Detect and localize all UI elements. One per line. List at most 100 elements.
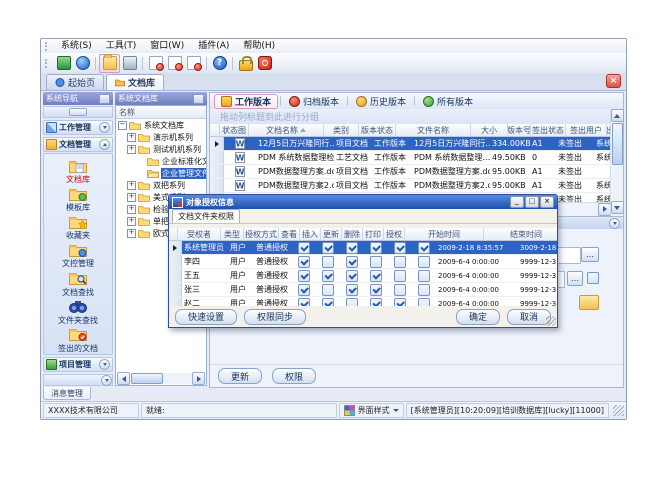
scroll-thumb[interactable] [131,373,163,384]
close-button[interactable]: × [540,196,554,208]
maximize-button[interactable]: □ [525,196,539,208]
column-header[interactable]: 版本号 [508,124,531,137]
perm-checkbox[interactable] [394,284,406,296]
column-header[interactable]: 授权 [384,228,405,241]
message-management-tab[interactable]: 消息管理 [43,387,91,400]
column-header[interactable]: 插入 [300,228,321,241]
column-header[interactable]: 开始时间 [405,228,484,241]
chevron-down-icon[interactable] [609,218,620,229]
tree-node[interactable]: +测试机机系列 [116,143,206,155]
column-header[interactable]: 类别 [324,124,359,137]
sidebar-section-doc[interactable]: 文档管理 [43,137,113,152]
permission-button[interactable]: 权限 [272,368,316,384]
perm-checkbox[interactable] [370,270,382,282]
grid-vscrollbar[interactable] [610,109,623,214]
chevron-down-icon[interactable] [101,375,112,386]
permission-row[interactable]: 王五用户普通授权2009-6-4 0:00:009999-12-31 23:59… [169,269,557,283]
perm-checkbox[interactable] [394,270,406,282]
perm-checkbox[interactable] [298,284,310,296]
chevron-down-icon[interactable] [99,122,110,133]
dialog-title-bar[interactable]: 对象授权信息 _ □ × [169,195,557,209]
column-header[interactable]: 打印 [363,228,384,241]
menu-item[interactable]: 系统(S) [54,40,99,52]
resize-grip[interactable] [613,405,624,416]
sidebar-item-文档查找[interactable]: 文档查找 [44,270,112,298]
perm-checkbox[interactable] [418,284,430,296]
sidebar-item-模板库[interactable]: 模板库 [44,185,112,213]
tab-document-library[interactable]: 文档库 [106,74,164,90]
chevron-down-icon[interactable] [99,359,110,370]
tab-start-page[interactable]: 起始页 [46,74,104,90]
tree-column-header[interactable]: 名称 [116,106,206,119]
help-button[interactable] [210,55,229,72]
table-row[interactable]: W12月5日万兴隆同行…项目文档工作版本12月5日万兴隆同行…334.00KBA… [210,137,611,151]
perm-checkbox[interactable] [418,256,430,268]
sidebar-item-文控管理[interactable]: 文控管理 [44,241,112,269]
column-header[interactable]: 文件名称 [396,124,471,137]
perm-checkbox[interactable] [322,270,334,282]
cancel-button[interactable]: 取消 [507,309,551,325]
menu-item[interactable]: 窗口(W) [143,40,191,52]
scroll-thumb[interactable] [612,123,623,165]
column-header[interactable]: 签出用户 [566,124,607,137]
computer-button[interactable] [120,55,139,72]
quick-setup-button[interactable]: 快速设置 [175,309,237,325]
ui-style-dropdown[interactable]: 界面样式 [339,403,404,418]
tab-folder-permissions[interactable]: 文档文件夹权限 [172,209,240,223]
tab-history-version[interactable]: 历史版本 [350,95,412,108]
column-header[interactable]: 查看 [279,228,300,241]
collapse-button[interactable] [69,108,87,116]
tree-node[interactable]: +双把系列 [116,179,206,191]
sidebar-item-签出的文档[interactable]: 签出的文档 [44,326,112,354]
column-header[interactable]: 文档名称 [249,124,324,137]
sidebar-section-work[interactable]: 工作管理 [43,120,113,135]
sidebar-item-文件夹查找[interactable]: 文件夹查找 [44,298,112,326]
perm-checkbox[interactable] [370,284,382,296]
column-header[interactable]: 删除 [342,228,363,241]
mail-open-button[interactable] [165,55,184,72]
perm-checkbox[interactable] [322,284,334,296]
expander-icon[interactable]: + [127,145,136,154]
column-header[interactable]: 授权方式 [244,228,279,241]
expander-icon[interactable]: + [127,193,136,202]
tree-node[interactable]: 企业标准化文件 [116,155,206,167]
mail-delete-button[interactable] [184,55,203,72]
perm-checkbox[interactable] [346,242,358,254]
column-header[interactable]: 版本状态 [359,124,396,137]
table-row[interactable]: WPDM数据整理方案2.doc项目文档工作版本PDM数据整理方案2.doc95.… [210,179,611,193]
perm-checkbox[interactable] [370,256,382,268]
mail-new-button[interactable] [146,55,165,72]
scroll-down-button[interactable] [611,201,624,214]
permission-row[interactable]: 李四用户普通授权2009-6-4 0:00:009999-12-31 23:59… [169,255,557,269]
sidebar-item-收藏夹[interactable]: 收藏夹 [44,213,112,241]
scroll-left-button[interactable] [117,372,130,385]
column-header[interactable]: 签出状态 [531,124,566,137]
dialog-resize-grip[interactable] [546,316,556,326]
ellipsis-button[interactable]: … [581,247,599,262]
tree-node[interactable]: +演示机系列 [116,131,206,143]
minimize-button[interactable]: _ [510,196,524,208]
perm-checkbox[interactable] [394,242,406,254]
toolbar-grip[interactable] [45,59,50,68]
perm-checkbox[interactable] [346,270,358,282]
tab-working-version[interactable]: 工作版本 [214,94,278,109]
ellipsis-button[interactable]: … [567,271,583,286]
expander-icon[interactable]: + [127,181,136,190]
permission-row[interactable]: 系统管理员用户普通授权2009-2-18 8:35:573009-2-18 8:… [169,241,557,255]
expander-icon[interactable]: − [118,121,127,130]
expander-icon[interactable]: + [127,229,136,238]
table-row[interactable]: WPDM 系统数据整理检…工艺文档工作版本PDM 系统数据整理…49.50KB0… [210,151,611,165]
expander-icon[interactable]: + [127,217,136,226]
tab-all-version[interactable]: 所有版本 [417,95,479,108]
column-header[interactable]: 状态图 [220,124,249,137]
perm-checkbox[interactable] [298,256,310,268]
perm-checkbox[interactable] [418,270,430,282]
menu-item[interactable]: 工具(T) [99,40,144,52]
group-by-bar[interactable]: 拖动列标题到此进行分组 [210,109,621,125]
close-tab-button[interactable]: × [606,74,621,88]
chevron-up-icon[interactable] [99,139,110,150]
table-row[interactable]: WPDM数据整理方案.doc项目文档工作版本PDM数据整理方案.doc95.00… [210,165,611,179]
pin-button[interactable] [193,94,204,104]
perm-checkbox[interactable] [346,284,358,296]
expander-icon[interactable]: + [127,133,136,142]
